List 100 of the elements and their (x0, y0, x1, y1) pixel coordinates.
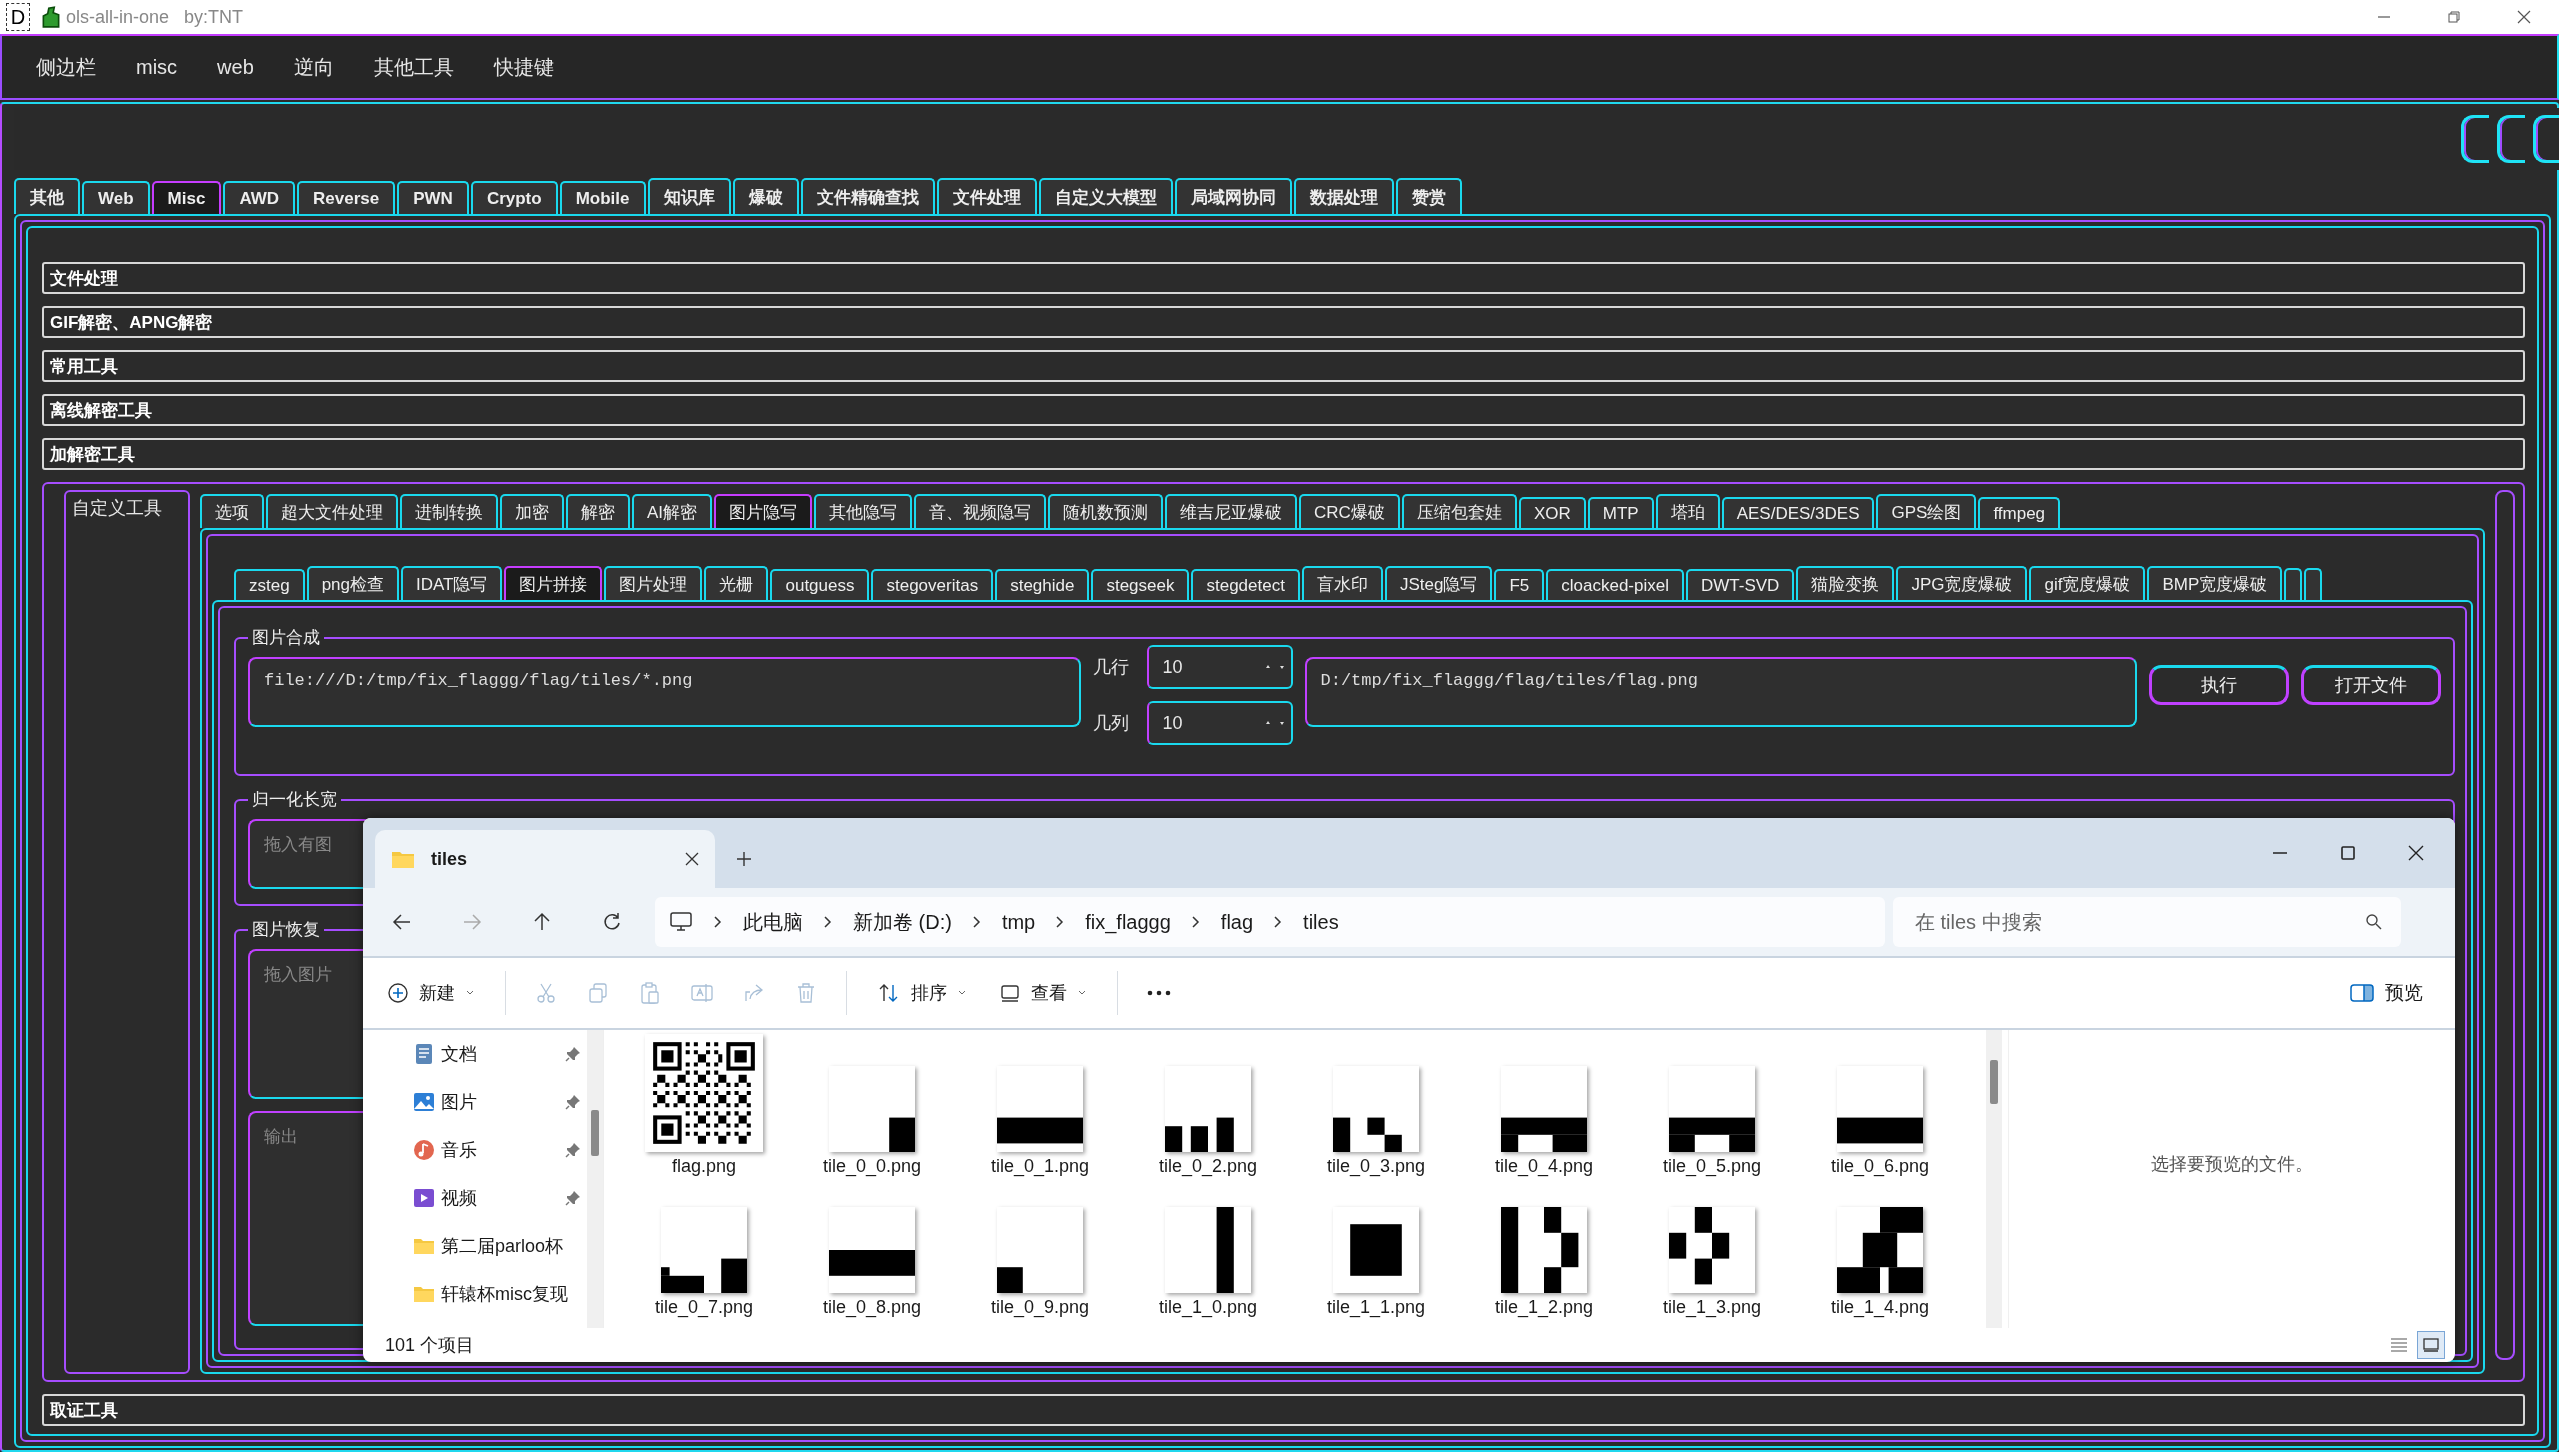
nav-item[interactable]: 第二届parloo杯 (413, 1228, 587, 1264)
file-item[interactable]: tile_0_2.png (1124, 1040, 1292, 1177)
file-item[interactable]: tile_1_3.png (1628, 1181, 1796, 1318)
menu-item[interactable]: 侧边栏 (22, 47, 114, 87)
tab[interactable]: steghide (995, 569, 1090, 600)
file-item[interactable]: tile_0_7.png (620, 1181, 788, 1318)
tab[interactable]: stegseek (1091, 569, 1190, 600)
tab[interactable]: 爆破 (732, 178, 799, 214)
tab[interactable]: outguess (770, 569, 870, 600)
section-header[interactable]: 加解密工具 (42, 438, 2525, 470)
file-item[interactable]: tile_0_9.png (956, 1181, 1124, 1318)
tab[interactable]: BMP宽度爆破 (2147, 566, 2283, 600)
view-button[interactable]: 查看 (997, 977, 1089, 1009)
tab[interactable]: gif宽度爆破 (2029, 566, 2146, 600)
tab[interactable]: 猫脸变换 (1796, 566, 1895, 600)
scrollbar[interactable] (2495, 490, 2515, 1360)
nav-item[interactable]: 轩辕杯misc复现 (413, 1276, 587, 1312)
close-icon[interactable] (685, 852, 699, 866)
nav-item[interactable]: 视频 (413, 1180, 587, 1216)
close-icon[interactable] (2407, 844, 2425, 862)
spin-box[interactable]: 10 (1146, 701, 1293, 745)
search-field[interactable]: 在 tiles 中搜索 (1893, 897, 2401, 947)
tab[interactable]: stegoveritas (871, 569, 994, 600)
tab[interactable]: Web (82, 181, 150, 214)
section-header[interactable]: 取证工具 (42, 1394, 2525, 1426)
tab[interactable]: Reverse (297, 181, 396, 214)
breadcrumb-item[interactable]: 此电脑 (743, 908, 803, 936)
menu-item[interactable]: 其他工具 (359, 47, 472, 87)
section-header[interactable]: 常用工具 (42, 350, 2525, 382)
tab[interactable]: F5 (1494, 569, 1545, 600)
tab[interactable]: zsteg (234, 569, 305, 600)
tab[interactable]: XOR (1518, 497, 1586, 528)
file-item[interactable]: tile_0_1.png (956, 1040, 1124, 1177)
breadcrumb-item[interactable]: fix_flaggg (1085, 910, 1171, 934)
tab[interactable]: Mobile (559, 181, 646, 214)
tab[interactable]: png检查 (306, 566, 399, 600)
tab[interactable]: 超大文件处理 (266, 494, 398, 528)
new-tab-icon[interactable] (735, 850, 753, 868)
refresh-icon[interactable] (601, 911, 623, 933)
scrollbar-thumb[interactable] (591, 1110, 599, 1156)
action-button[interactable]: 执行 (2149, 665, 2289, 705)
tool-button[interactable] (2461, 115, 2489, 163)
tab[interactable]: 文件处理 (936, 178, 1037, 214)
tab[interactable]: Crypto (470, 181, 558, 214)
file-item[interactable]: tile_0_3.png (1292, 1040, 1460, 1177)
file-item[interactable]: tile_0_6.png (1796, 1040, 1964, 1177)
tab[interactable]: 图片拼接 (504, 566, 603, 600)
file-item[interactable]: tile_0_5.png (1628, 1040, 1796, 1177)
file-item[interactable]: tile_1_2.png (1460, 1181, 1628, 1318)
tab-scroll-button[interactable] (2284, 568, 2303, 600)
file-item[interactable]: tile_1_0.png (1124, 1181, 1292, 1318)
section-header[interactable]: 离线解密工具 (42, 394, 2525, 426)
text-field[interactable]: D:/tmp/fix_flaggg/flag/tiles/flag.png (1304, 657, 2137, 727)
text-field[interactable]: file:///D:/tmp/fix_flaggg/flag/tiles/*.png (248, 657, 1081, 727)
tab[interactable]: JSteg隐写 (1384, 566, 1493, 600)
more-icon[interactable] (1146, 989, 1172, 997)
tab[interactable]: 压缩包套娃 (1401, 494, 1517, 528)
tab[interactable]: AES/DES/3DES (1721, 497, 1875, 528)
tab[interactable]: DWT-SVD (1686, 569, 1795, 600)
tab[interactable]: GPS绘图 (1876, 494, 1977, 528)
menu-item[interactable]: 快捷键 (479, 47, 572, 87)
address-bar[interactable]: 此电脑 新加卷 (D:) tmp fix_flaggg flag tiles (655, 897, 1885, 947)
menu-item[interactable]: 逆向 (279, 47, 352, 87)
tab[interactable]: 其他 (14, 178, 80, 214)
section-header[interactable]: 文件处理 (42, 262, 2525, 294)
tab[interactable]: 加密 (500, 494, 564, 528)
tab[interactable]: PWN (397, 181, 469, 214)
breadcrumb-item[interactable]: tiles (1303, 910, 1339, 934)
new-button[interactable]: 新建 (385, 977, 477, 1009)
file-item[interactable]: tile_0_8.png (788, 1181, 956, 1318)
file-item[interactable]: flag.png (620, 1040, 788, 1177)
view-mode-button[interactable] (2417, 1331, 2445, 1359)
tab[interactable]: AI解密 (632, 494, 713, 528)
tab[interactable]: 维吉尼亚爆破 (1165, 494, 1298, 528)
breadcrumb-item[interactable]: flag (1220, 910, 1254, 934)
tab[interactable]: 图片隐写 (714, 494, 813, 528)
tab[interactable]: 光栅 (704, 566, 769, 600)
maximize-icon[interactable] (2339, 844, 2357, 862)
tab[interactable]: 赞赏 (1395, 178, 1462, 214)
action-button[interactable]: 打开文件 (2301, 665, 2441, 705)
tab[interactable]: IDAT隐写 (401, 566, 503, 600)
explorer-tab[interactable]: tiles (375, 830, 715, 888)
tab[interactable]: 图片处理 (604, 566, 703, 600)
tab-scroll-button[interactable] (2304, 568, 2323, 600)
menu-item[interactable]: misc (122, 49, 196, 85)
breadcrumb-item[interactable]: tmp (1001, 910, 1036, 934)
file-item[interactable]: tile_1_1.png (1292, 1181, 1460, 1318)
tab[interactable]: 选项 (200, 494, 264, 528)
tab[interactable]: ffmpeg (1978, 497, 2061, 528)
file-item[interactable]: tile_1_4.png (1796, 1181, 1964, 1318)
tab[interactable]: 塔珀 (1655, 494, 1720, 528)
tab[interactable]: stegdetect (1191, 569, 1300, 600)
tab[interactable]: cloacked-pixel (1546, 569, 1684, 600)
tab[interactable]: 音、视频隐写 (914, 494, 1047, 528)
scrollbar-thumb[interactable] (1990, 1060, 1998, 1104)
nav-item[interactable]: 文档 (413, 1036, 587, 1072)
tab[interactable]: 随机数预测 (1048, 494, 1164, 528)
file-item[interactable]: tile_0_0.png (788, 1040, 956, 1177)
tab[interactable]: JPG宽度爆破 (1896, 566, 2028, 600)
tab[interactable]: 解密 (566, 494, 630, 528)
